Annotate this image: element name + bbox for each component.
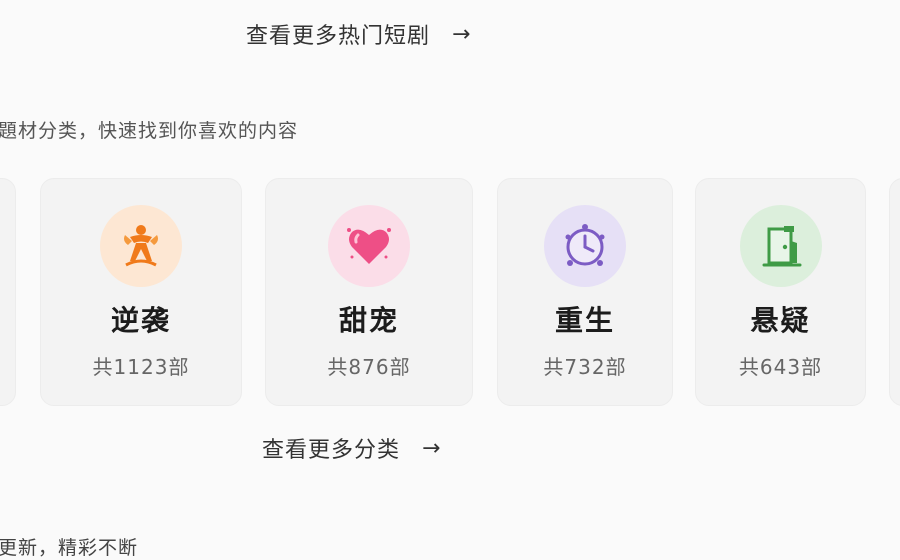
category-card-xuanyi[interactable]: 悬疑 共643部 — [695, 178, 866, 406]
category-count: 共1123部 — [92, 355, 190, 379]
category-count: 共732部 — [543, 355, 627, 379]
heart-icon — [347, 228, 391, 264]
category-name: 甜宠 — [338, 304, 399, 337]
category-card-partial-left[interactable] — [0, 178, 16, 406]
more-categories-label: 查看更多分类 — [262, 438, 401, 463]
category-card-nixi[interactable]: 逆袭 共1123部 — [40, 178, 242, 406]
category-card-tianchong[interactable]: 甜宠 共876部 — [265, 178, 473, 406]
category-section-subtitle: 題材分类，快速找到你喜欢的内容 — [0, 120, 299, 142]
more-hot-dramas-label: 查看更多热门短剧 — [246, 24, 431, 49]
category-card-chongsheng[interactable]: 重生 共732部 — [497, 178, 673, 406]
category-icon-bg — [328, 205, 410, 287]
rising-figure-icon — [124, 225, 158, 267]
category-name: 重生 — [554, 304, 615, 337]
category-icon-bg — [100, 205, 182, 287]
door-icon — [762, 226, 801, 267]
category-name: 悬疑 — [750, 304, 811, 337]
arrow-right-icon: → — [452, 21, 472, 47]
category-name: 逆袭 — [110, 304, 171, 337]
page: 查看更多热门短剧 → 題材分类，快速找到你喜欢的内容 逆袭 共1123部 甜宠 … — [0, 0, 900, 560]
more-hot-dramas-link[interactable]: 查看更多热门短剧 → — [246, 18, 471, 50]
more-categories-link[interactable]: 查看更多分类 → — [262, 432, 441, 464]
category-icon-bg — [544, 205, 626, 287]
arrow-right-icon: → — [422, 435, 442, 461]
category-icon-bg — [739, 205, 822, 287]
clock-icon — [565, 224, 605, 266]
category-count: 共876部 — [327, 355, 411, 379]
update-section-subtitle: 更新，精彩不断 — [0, 537, 139, 559]
category-count: 共643部 — [738, 355, 823, 379]
category-card-partial-right[interactable] — [889, 178, 900, 406]
